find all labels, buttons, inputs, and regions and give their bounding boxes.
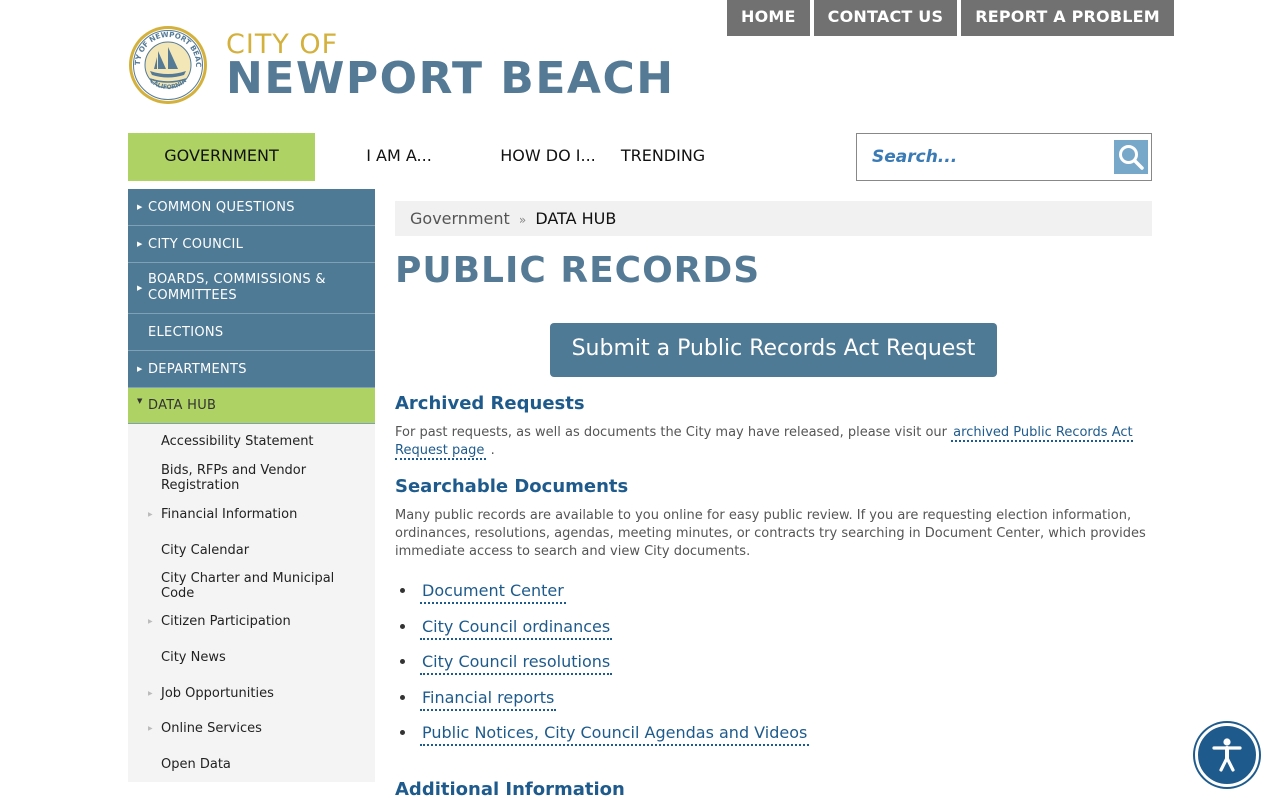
sidebar-sub-label: Financial Information: [161, 506, 298, 522]
site-logo[interactable]: CITY OF NEWPORT BEACH CALIFORNIA CITY OF…: [128, 25, 675, 105]
financial-reports-link[interactable]: Financial reports: [420, 687, 557, 711]
archived-text: For past requests, as well as documents …: [395, 424, 1152, 460]
expand-arrow-icon: ▶: [137, 365, 143, 373]
sidebar-sub-item[interactable]: City Charter and Municipal Code: [128, 568, 375, 604]
sidebar-sub-item-financial[interactable]: ▶ Financial Information: [128, 496, 375, 532]
expand-arrow-icon: ▶: [137, 284, 143, 292]
page-title: PUBLIC RECORDS: [395, 250, 761, 291]
cta-wrapper: Submit a Public Records Act Request: [395, 323, 1152, 377]
sidebar-sub-item-citizen[interactable]: ▶ Citizen Participation: [128, 604, 375, 639]
sidebar-sub-item[interactable]: Accessibility Statement: [128, 424, 375, 459]
logo-city-name: NEWPORT BEACH: [226, 53, 675, 104]
sidebar-submenu: Accessibility Statement Bids, RFPs and V…: [128, 424, 375, 782]
main-content: Government » DATA HUB PUBLIC RECORDS Sub…: [395, 201, 1152, 800]
list-item: Public Notices, City Council Agendas and…: [417, 715, 1152, 751]
sidebar-sub-label: Online Services: [161, 721, 262, 736]
sidebar-sub-item[interactable]: City Calendar: [128, 532, 375, 568]
expand-arrow-icon: ▶: [148, 618, 153, 625]
sidebar-sub-item[interactable]: City News: [128, 639, 375, 675]
archived-text-before: For past requests, as well as documents …: [395, 425, 948, 440]
sidebar-item-label: COMMON QUESTIONS: [148, 199, 295, 215]
collapse-arrow-icon: ▼: [137, 397, 143, 405]
list-item: City Council ordinances: [417, 609, 1152, 645]
breadcrumb-separator: »: [518, 213, 527, 227]
breadcrumb: Government » DATA HUB: [395, 201, 1152, 236]
document-links-list: Document Center City Council ordinances …: [395, 573, 1152, 751]
archived-text-after: .: [490, 443, 495, 458]
home-link[interactable]: HOME: [727, 0, 810, 36]
list-item: Document Center: [417, 573, 1152, 609]
nav-i-am-a[interactable]: I AM A...: [315, 133, 483, 181]
sidebar-sub-label: Job Opportunities: [161, 685, 274, 701]
sidebar-item-label: ELECTIONS: [148, 324, 224, 340]
sidebar-item-departments[interactable]: ▶ DEPARTMENTS: [128, 351, 375, 388]
wordmark: CITY OF NEWPORT BEACH: [226, 31, 675, 101]
accessibility-button[interactable]: [1195, 723, 1259, 787]
expand-arrow-icon: ▶: [137, 203, 143, 211]
city-seal-icon: CITY OF NEWPORT BEACH CALIFORNIA: [128, 25, 207, 104]
sidebar-nav: ▶ COMMON QUESTIONS ▶ CITY COUNCIL ▶ BOAR…: [128, 189, 375, 782]
searchable-text: Many public records are available to you…: [395, 508, 1146, 559]
sidebar-sub-label: Citizen Participation: [161, 614, 291, 629]
nav-how-do-i[interactable]: HOW DO I...: [483, 133, 613, 181]
search-icon: [1119, 145, 1144, 170]
sidebar-sub-item-jobs[interactable]: ▶ Job Opportunities: [128, 675, 375, 711]
sidebar-sub-item[interactable]: Bids, RFPs and Vendor Registration: [128, 459, 375, 496]
document-center-link[interactable]: Document Center: [420, 581, 566, 604]
expand-arrow-icon: ▶: [137, 240, 143, 248]
ordinances-link[interactable]: City Council ordinances: [420, 616, 613, 640]
search-box: [856, 133, 1152, 181]
contact-us-link[interactable]: CONTACT US: [813, 0, 958, 36]
search-button[interactable]: [1114, 140, 1148, 174]
search-input[interactable]: [857, 137, 1107, 177]
submit-request-button[interactable]: Submit a Public Records Act Request: [549, 323, 998, 377]
breadcrumb-current: DATA HUB: [535, 209, 617, 228]
expand-arrow-icon: ▶: [148, 510, 153, 518]
breadcrumb-government-link[interactable]: Government: [410, 209, 510, 228]
utility-nav: HOME CONTACT US REPORT A PROBLEM: [727, 0, 1174, 36]
sidebar-item-common-questions[interactable]: ▶ COMMON QUESTIONS: [128, 189, 375, 226]
sidebar-item-label: DEPARTMENTS: [148, 361, 247, 377]
list-item: Financial reports: [417, 680, 1152, 716]
nav-government[interactable]: GOVERNMENT: [128, 133, 315, 181]
sidebar-item-data-hub[interactable]: ▼ DATA HUB: [128, 388, 375, 424]
searchable-heading: Searchable Documents: [395, 476, 629, 497]
archived-heading: Archived Requests: [395, 393, 585, 414]
sidebar-sub-item[interactable]: Open Data: [128, 746, 375, 782]
expand-arrow-icon: ▶: [148, 689, 153, 697]
sidebar-item-label: BOARDS, COMMISSIONS & COMMITTEES: [148, 272, 326, 303]
main-nav: GOVERNMENT I AM A... HOW DO I... TRENDIN…: [128, 133, 713, 181]
additional-heading: Additional Information: [395, 778, 625, 800]
sidebar-item-elections[interactable]: ELECTIONS: [128, 314, 375, 351]
sidebar-sub-item-online[interactable]: ▶ Online Services: [128, 711, 375, 746]
accessibility-icon: [1212, 738, 1242, 772]
sidebar-item-label: CITY COUNCIL: [148, 236, 244, 252]
sidebar-item-label: DATA HUB: [148, 398, 217, 413]
list-item: City Council resolutions: [417, 644, 1152, 680]
expand-arrow-icon: ▶: [148, 725, 153, 732]
report-problem-link[interactable]: REPORT A PROBLEM: [961, 0, 1174, 36]
sidebar-item-boards[interactable]: ▶ BOARDS, COMMISSIONS & COMMITTEES: [128, 263, 375, 314]
sidebar-item-city-council[interactable]: ▶ CITY COUNCIL: [128, 226, 375, 263]
public-notices-link[interactable]: Public Notices, City Council Agendas and…: [420, 723, 810, 746]
resolutions-link[interactable]: City Council resolutions: [420, 652, 613, 675]
nav-trending[interactable]: TRENDING: [613, 133, 713, 181]
